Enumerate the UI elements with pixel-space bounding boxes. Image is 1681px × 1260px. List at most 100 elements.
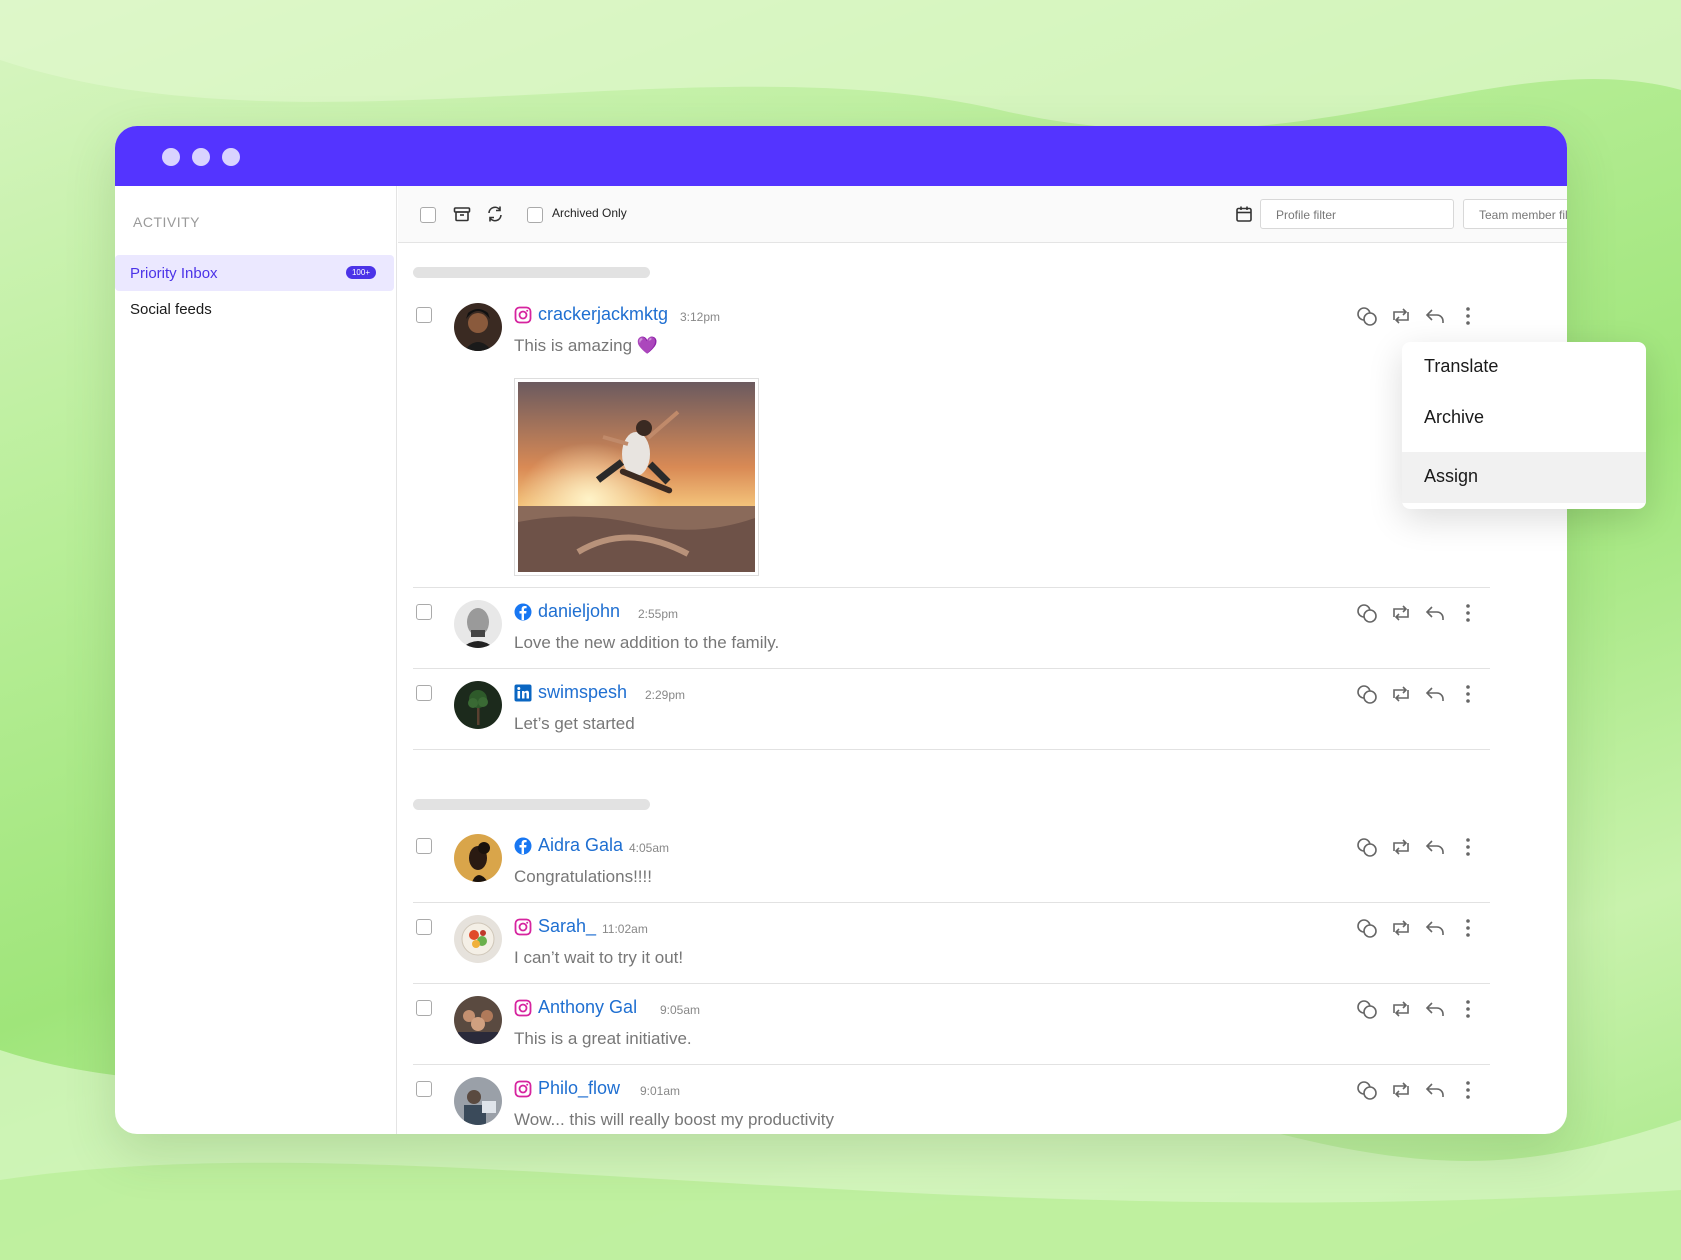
window-dot-minimize[interactable] (192, 148, 210, 166)
avatar (454, 834, 502, 882)
instagram-icon (514, 1080, 532, 1098)
message-checkbox[interactable] (416, 1000, 432, 1016)
more-vertical-icon[interactable] (1456, 916, 1480, 940)
reply-icon[interactable] (1423, 997, 1447, 1021)
avatar (454, 1077, 502, 1125)
context-menu: Translate Archive Assign (1402, 342, 1646, 509)
translate-icon[interactable] (1355, 304, 1379, 328)
message-row[interactable]: swimspesh 2:29pm Let’s get started (413, 681, 1490, 747)
message-actions (1355, 601, 1485, 625)
message-checkbox[interactable] (416, 685, 432, 701)
retweet-icon[interactable] (1389, 835, 1413, 859)
username[interactable]: crackerjackmktg (538, 304, 668, 325)
profile-filter-input[interactable]: Profile filter (1260, 199, 1454, 229)
refresh-icon[interactable] (485, 204, 505, 224)
message-checkbox[interactable] (416, 838, 432, 854)
message-checkbox[interactable] (416, 307, 432, 323)
message-row[interactable]: Philo_flow 9:01am Wow... this will reall… (413, 1077, 1490, 1134)
username[interactable]: swimspesh (538, 682, 627, 703)
username[interactable]: Aidra Gala (538, 835, 623, 856)
row-divider (413, 587, 1490, 588)
sidebar-item-label: Priority Inbox (130, 264, 218, 282)
translate-icon[interactable] (1355, 916, 1379, 940)
reply-icon[interactable] (1423, 601, 1447, 625)
avatar (454, 996, 502, 1044)
message-row[interactable]: crackerjackmktg 3:12pm This is amazing 💜 (413, 303, 1490, 583)
translate-icon[interactable] (1355, 601, 1379, 625)
sidebar-item-social-feeds[interactable]: Social feeds (115, 291, 394, 327)
retweet-icon[interactable] (1389, 601, 1413, 625)
more-vertical-icon[interactable] (1456, 1078, 1480, 1102)
retweet-icon[interactable] (1389, 1078, 1413, 1102)
message-actions (1355, 916, 1485, 940)
menu-item-assign[interactable]: Assign (1402, 452, 1646, 503)
translate-icon[interactable] (1355, 835, 1379, 859)
row-divider (413, 749, 1490, 750)
username[interactable]: Sarah_ (538, 916, 596, 937)
team-member-filter-input[interactable]: Team member filter (1463, 199, 1567, 229)
message-checkbox[interactable] (416, 1081, 432, 1097)
team-member-filter-placeholder: Team member filter (1479, 208, 1567, 222)
message-row[interactable]: Sarah_ 11:02am I can’t wait to try it ou… (413, 915, 1490, 981)
translate-icon[interactable] (1355, 997, 1379, 1021)
select-all-checkbox[interactable] (420, 207, 436, 223)
reply-icon[interactable] (1423, 1078, 1447, 1102)
row-divider (413, 668, 1490, 669)
message-row[interactable]: danieljohn 2:55pm Love the new addition … (413, 600, 1490, 666)
more-vertical-icon[interactable] (1456, 304, 1480, 328)
translate-icon[interactable] (1355, 682, 1379, 706)
message-checkbox[interactable] (416, 919, 432, 935)
linkedin-icon (514, 684, 532, 702)
message-actions (1355, 682, 1485, 706)
sidebar-item-priority-inbox[interactable]: Priority Inbox 100+ (115, 255, 394, 291)
reply-icon[interactable] (1423, 682, 1447, 706)
menu-item-archive[interactable]: Archive (1402, 393, 1646, 444)
instagram-icon (514, 999, 532, 1017)
retweet-icon[interactable] (1389, 916, 1413, 940)
main-panel: Archived Only Profile filter Team member… (398, 186, 1567, 1134)
username[interactable]: Philo_flow (538, 1078, 620, 1099)
avatar (454, 915, 502, 963)
more-vertical-icon[interactable] (1456, 997, 1480, 1021)
count-badge: 100+ (345, 266, 376, 279)
window-titlebar (115, 126, 1567, 186)
window-dot-maximize[interactable] (222, 148, 240, 166)
more-vertical-icon[interactable] (1456, 682, 1480, 706)
message-image[interactable] (514, 378, 759, 576)
window-dot-close[interactable] (162, 148, 180, 166)
message-text: This is amazing 💜 (514, 336, 658, 355)
retweet-icon[interactable] (1389, 304, 1413, 328)
group-header-placeholder (413, 799, 650, 810)
instagram-icon (514, 306, 532, 324)
message-time: 9:05am (660, 1003, 701, 1017)
message-time: 3:12pm (680, 310, 721, 324)
message-text: Congratulations!!!! (514, 867, 652, 886)
username[interactable]: Anthony Gal (538, 997, 637, 1018)
archived-only-label: Archived Only (552, 206, 627, 220)
message-time: 9:01am (640, 1084, 681, 1098)
sidebar-section-title: ACTIVITY (133, 214, 201, 230)
row-divider (413, 1064, 1490, 1065)
message-checkbox[interactable] (416, 604, 432, 620)
message-text: Wow... this will really boost my product… (514, 1110, 834, 1129)
avatar (454, 600, 502, 648)
reply-icon[interactable] (1423, 835, 1447, 859)
more-vertical-icon[interactable] (1456, 601, 1480, 625)
translate-icon[interactable] (1355, 1078, 1379, 1102)
message-row[interactable]: Aidra Gala 4:05am Congratulations!!!! (413, 834, 1490, 900)
message-time: 4:05am (629, 841, 670, 855)
username[interactable]: danieljohn (538, 601, 620, 622)
reply-icon[interactable] (1423, 304, 1447, 328)
message-row[interactable]: Anthony Gal 9:05am This is a great initi… (413, 996, 1490, 1062)
retweet-icon[interactable] (1389, 997, 1413, 1021)
calendar-icon[interactable] (1234, 204, 1254, 224)
sidebar: ACTIVITY Priority Inbox 100+ Social feed… (115, 186, 397, 1134)
reply-icon[interactable] (1423, 916, 1447, 940)
more-vertical-icon[interactable] (1456, 835, 1480, 859)
archived-only-checkbox[interactable] (527, 207, 543, 223)
archive-box-icon[interactable] (452, 204, 472, 224)
message-text: Love the new addition to the family. (514, 633, 780, 652)
message-time: 2:29pm (645, 688, 686, 702)
retweet-icon[interactable] (1389, 682, 1413, 706)
menu-item-translate[interactable]: Translate (1402, 342, 1646, 393)
